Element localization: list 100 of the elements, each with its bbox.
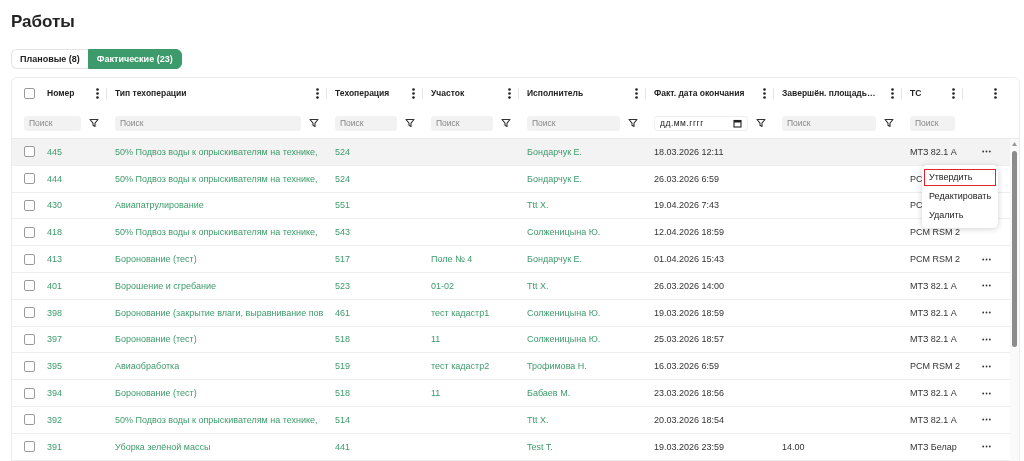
table-cell[interactable]: 394: [47, 388, 63, 399]
table-cell[interactable]: 50% Подвоз воды к опрыскивателям на технике,: [115, 146, 318, 157]
table-cell[interactable]: 395: [47, 361, 63, 372]
table-cell[interactable]: Ворошение и сгребание: [115, 280, 216, 291]
scroll-up-icon[interactable]: [1012, 142, 1017, 146]
table-cell[interactable]: Солженицына Ю.: [527, 334, 601, 345]
search-field[interactable]: Поиск: [431, 115, 493, 131]
table-cell[interactable]: 391: [47, 441, 63, 452]
calendar-icon[interactable]: [733, 118, 742, 128]
checkbox[interactable]: [24, 360, 35, 372]
filter-icon[interactable]: [501, 118, 511, 128]
table-cell[interactable]: Трофимова Н.: [527, 361, 587, 372]
table-cell[interactable]: 418: [47, 227, 63, 238]
more-icon[interactable]: [982, 257, 991, 261]
search-field[interactable]: Поиск: [527, 115, 620, 131]
column-header[interactable]: Номер: [47, 88, 96, 98]
table-cell[interactable]: 392: [47, 414, 63, 425]
checkbox[interactable]: [24, 173, 35, 185]
column-header[interactable]: Факт. дата окончания: [654, 88, 763, 98]
filter-icon[interactable]: [89, 118, 99, 128]
checkbox[interactable]: [24, 253, 35, 265]
search-field[interactable]: Поиск: [910, 115, 955, 131]
checkbox[interactable]: [24, 333, 35, 345]
more-icon[interactable]: [982, 364, 991, 368]
table-cell[interactable]: 430: [47, 200, 63, 211]
more-icon[interactable]: [982, 150, 991, 154]
menu-item[interactable]: Утвердить: [924, 169, 996, 186]
table-cell[interactable]: 11: [431, 388, 441, 399]
table-cell[interactable]: 01-02: [431, 280, 455, 291]
table-cell[interactable]: Бондарчук Е.: [527, 146, 583, 157]
table-cell[interactable]: Боронование (тест): [115, 254, 197, 265]
more-icon[interactable]: [982, 311, 991, 315]
table-cell[interactable]: 461: [335, 307, 351, 318]
kebab-menu-icon[interactable]: [891, 87, 894, 99]
column-header[interactable]: Тип техоперации: [115, 88, 316, 98]
table-cell[interactable]: тест кадастр2: [431, 361, 490, 372]
table-cell[interactable]: 524: [335, 173, 351, 184]
table-cell[interactable]: тест кадастр1: [431, 307, 490, 318]
table-cell[interactable]: 514: [335, 414, 351, 425]
checkbox[interactable]: [24, 280, 35, 292]
column-header[interactable]: Участок: [431, 88, 508, 98]
table-cell[interactable]: 50% Подвоз воды к опрыскивателям на технике,: [115, 414, 318, 425]
kebab-menu-icon[interactable]: [635, 87, 638, 99]
more-icon[interactable]: [982, 337, 991, 341]
filter-icon[interactable]: [309, 118, 319, 128]
kebab-menu-icon[interactable]: [96, 87, 99, 99]
date-field[interactable]: дд.мм.гггг: [654, 115, 748, 131]
table-cell[interactable]: Авиаобработка: [115, 361, 180, 372]
checkbox[interactable]: [24, 146, 35, 158]
table-cell[interactable]: 398: [47, 307, 63, 318]
column-header[interactable]: Техоперация: [335, 88, 412, 98]
table-cell[interactable]: 445: [47, 146, 63, 157]
filter-icon[interactable]: [405, 118, 415, 128]
table-cell[interactable]: 401: [47, 280, 63, 291]
table-cell[interactable]: Ttt X.: [527, 200, 549, 211]
table-cell[interactable]: Солженицына Ю.: [527, 307, 601, 318]
tab[interactable]: Фактические (23): [87, 49, 182, 69]
table-cell[interactable]: Ttt X.: [527, 414, 549, 425]
table-cell[interactable]: 518: [335, 334, 351, 345]
more-icon[interactable]: [982, 284, 991, 288]
checkbox[interactable]: [24, 414, 35, 426]
checkbox[interactable]: [24, 226, 35, 238]
checkbox[interactable]: [24, 387, 35, 399]
column-header[interactable]: Завершён. площадь…: [782, 88, 891, 98]
table-cell[interactable]: 543: [335, 227, 351, 238]
table-cell[interactable]: Бондарчук Е.: [527, 254, 583, 265]
table-cell[interactable]: 517: [335, 254, 351, 265]
tab[interactable]: Плановые (8): [11, 49, 88, 69]
column-header[interactable]: Исполнитель: [527, 88, 635, 98]
table-cell[interactable]: 413: [47, 254, 63, 265]
filter-icon[interactable]: [628, 118, 638, 128]
more-icon[interactable]: [982, 391, 991, 395]
table-cell[interactable]: 518: [335, 388, 351, 399]
filter-icon[interactable]: [884, 118, 894, 128]
search-field[interactable]: Поиск: [115, 115, 301, 131]
checkbox[interactable]: [24, 200, 35, 211]
checkbox[interactable]: [24, 307, 35, 319]
table-cell[interactable]: Бабаев М.: [527, 388, 571, 399]
table-cell[interactable]: 397: [47, 334, 63, 345]
kebab-menu-icon[interactable]: [952, 87, 955, 99]
search-field[interactable]: Поиск: [24, 115, 81, 131]
checkbox[interactable]: [24, 441, 35, 453]
search-field[interactable]: Поиск: [335, 115, 397, 131]
table-cell[interactable]: 50% Подвоз воды к опрыскивателям на технике,: [115, 173, 318, 184]
checkbox[interactable]: [24, 87, 35, 99]
table-cell[interactable]: 519: [335, 361, 351, 372]
table-cell[interactable]: Бондарчук Е.: [527, 173, 583, 184]
table-cell[interactable]: 444: [47, 173, 63, 184]
table-cell[interactable]: 50% Подвоз воды к опрыскивателям на технике,: [115, 227, 318, 238]
table-cell[interactable]: Поле № 4: [431, 254, 473, 265]
table-cell[interactable]: Авиапатрулирование: [115, 200, 204, 211]
kebab-menu-icon[interactable]: [508, 87, 511, 99]
table-cell[interactable]: Ttt X.: [527, 280, 549, 291]
scrollbar[interactable]: [1010, 139, 1019, 461]
table-cell[interactable]: Солженицына Ю.: [527, 227, 601, 238]
table-cell[interactable]: 11: [431, 334, 441, 345]
filter-icon[interactable]: [756, 118, 766, 128]
table-cell[interactable]: 441: [335, 441, 351, 452]
table-cell[interactable]: Test T.: [527, 441, 553, 452]
table-cell[interactable]: Боронование (закрытие влаги, выравнивание пов: [115, 307, 324, 318]
